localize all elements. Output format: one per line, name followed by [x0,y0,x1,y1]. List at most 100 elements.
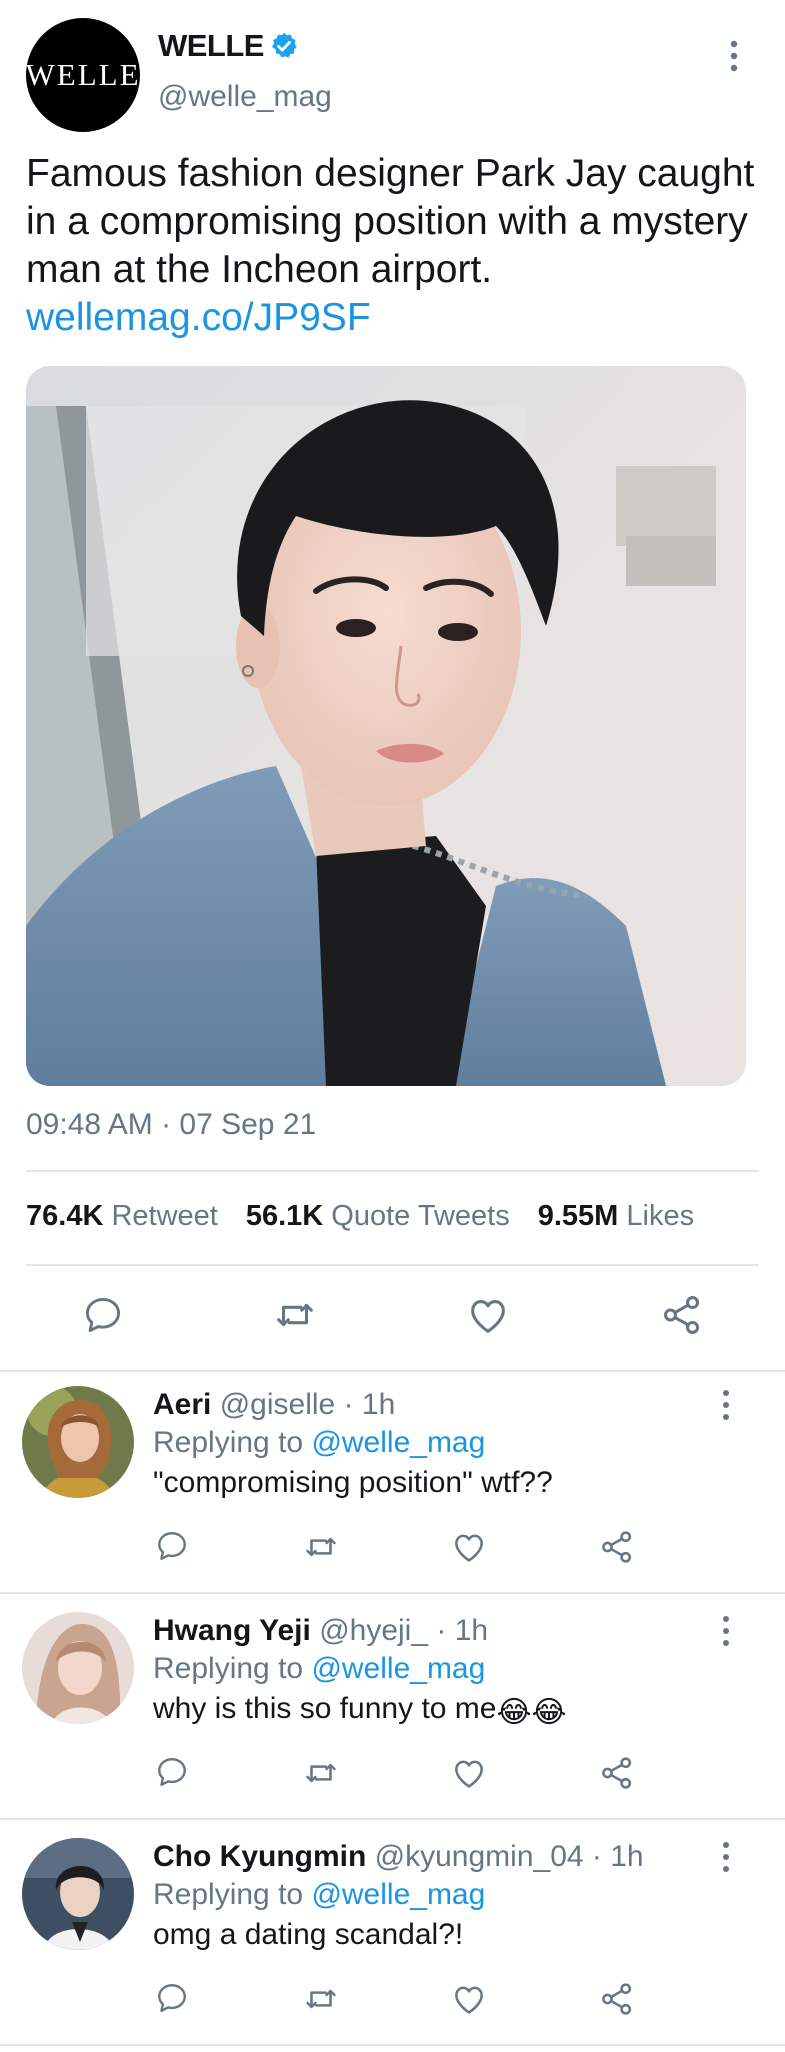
reply-time: · 1h [343,1388,396,1421]
replying-prefix: Replying to [153,1426,304,1459]
reply-icon [158,1532,186,1560]
replying-to: Replying to @welle_mag [153,1652,485,1686]
author-avatar[interactable]: WELLE [26,18,140,132]
avatar-image [22,1386,134,1498]
like-icon [455,1760,483,1788]
avatar[interactable] [22,1386,134,1498]
tweet-stats: 76.4K Retweet 56.1K Quote Tweets 9.55M L… [26,1200,694,1233]
reply-text: "compromising position" wtf?? [153,1466,553,1499]
avatar-logo-text: WELLE [25,57,141,92]
likes-label: Likes [626,1200,695,1232]
replying-prefix: Replying to [153,1878,304,1911]
retweet-count: 76.4K [26,1200,104,1232]
likes-stat[interactable]: 9.55M Likes [538,1200,694,1233]
quote-label: Quote Tweets [331,1200,510,1232]
share-button[interactable] [598,1528,636,1571]
reply-button[interactable] [154,1528,190,1569]
laughing-emoji: 😂😂 [496,1696,567,1729]
reply-time: · 1h [591,1840,644,1873]
share-button[interactable] [657,1290,707,1340]
author-display-name[interactable]: WELLE [158,28,265,64]
share-icon [602,1983,632,2015]
avatar-image [22,1838,134,1950]
like-button[interactable] [463,1290,513,1340]
like-icon [455,1986,483,2014]
reply-handle[interactable]: @hyeji_ [319,1614,428,1647]
reply-tweet[interactable]: Aeri @giselle · 1h Replying to @welle_ma… [0,1374,785,1600]
reply-text-body: why is this so funny to me [153,1692,497,1725]
reply-header: Cho Kyungmin @kyungmin_04 · 1h [153,1840,644,1874]
retweet-icon [277,1303,313,1327]
more-options-icon[interactable] [722,38,746,74]
reply-header: Aeri @giselle · 1h [153,1388,395,1422]
replying-to: Replying to @welle_mag [153,1878,485,1912]
divider [0,1592,785,1594]
retweet-label: Retweet [111,1200,218,1232]
reply-icon [158,1984,186,2012]
reply-display-name[interactable]: Cho Kyungmin [153,1840,366,1873]
reply-display-name[interactable]: Aeri [153,1388,211,1421]
replying-to: Replying to @welle_mag [153,1426,485,1460]
author-handle[interactable]: @welle_mag [158,80,332,114]
reply-text: omg a dating scandal?! [153,1918,464,1951]
reply-icon [85,1297,121,1333]
reply-tweet[interactable]: Cho Kyungmin @kyungmin_04 · 1h Replying … [0,1826,785,2052]
photo-illustration [26,366,746,1086]
like-icon [455,1534,483,1562]
share-icon [602,1531,632,1563]
reply-time: · 1h [436,1614,489,1647]
avatar-image [22,1612,134,1724]
tweet-body: Famous fashion designer Park Jay caught … [26,152,755,291]
retweet-button[interactable] [270,1290,320,1340]
divider [0,2044,785,2046]
reply-text: why is this so funny to me😂😂 [153,1692,567,1730]
tweet-photo[interactable] [26,366,746,1086]
quote-count: 56.1K [245,1200,324,1232]
share-button[interactable] [598,1754,636,1797]
reply-tweet[interactable]: Hwang Yeji @hyeji_ · 1h Replying to @wel… [0,1600,785,1826]
divider [0,1370,785,1372]
like-button[interactable] [450,1528,488,1571]
more-options-icon[interactable] [716,1388,736,1422]
likes-count: 9.55M [537,1200,619,1232]
retweet-icon [306,1763,336,1783]
more-options-icon[interactable] [716,1614,736,1648]
like-icon [471,1300,505,1333]
author-name-row: WELLE [158,28,299,64]
tweet-action-bar [0,1290,785,1350]
reply-button[interactable] [78,1290,128,1340]
divider [26,1170,759,1172]
more-options-icon[interactable] [716,1840,736,1874]
retweet-button[interactable] [302,1754,340,1797]
reply-header: Hwang Yeji @hyeji_ · 1h [153,1614,488,1648]
replying-handle-link[interactable]: @welle_mag [311,1426,485,1459]
like-button[interactable] [450,1980,488,2023]
retweet-button[interactable] [302,1980,340,2023]
avatar[interactable] [22,1838,134,1950]
share-button[interactable] [598,1980,636,2023]
tweet-link[interactable]: wellemag.co/JP9SF [26,294,766,342]
replying-handle-link[interactable]: @welle_mag [311,1878,485,1911]
reply-handle[interactable]: @giselle [220,1388,336,1421]
replying-handle-link[interactable]: @welle_mag [311,1652,485,1685]
like-button[interactable] [450,1754,488,1797]
retweet-icon [306,1989,336,2009]
retweet-stat[interactable]: 76.4K Retweet [26,1200,218,1233]
reply-button[interactable] [154,1980,190,2021]
divider [0,1818,785,1820]
quote-stat[interactable]: 56.1K Quote Tweets [246,1200,510,1233]
share-icon [602,1757,632,1789]
reply-handle[interactable]: @kyungmin_04 [375,1840,584,1873]
avatar[interactable] [22,1612,134,1724]
tweet-timestamp: 09:48 AM · 07 Sep 21 [26,1108,317,1141]
verified-badge-icon [272,32,297,58]
retweet-button[interactable] [302,1528,340,1571]
replying-prefix: Replying to [153,1652,304,1685]
share-icon [663,1296,700,1334]
main-tweet: WELLE WELLE @welle_mag Famous fashion de… [0,0,785,1372]
reply-display-name[interactable]: Hwang Yeji [153,1614,311,1647]
retweet-icon [306,1537,336,1557]
reply-icon [158,1758,186,1786]
tweet-text: Famous fashion designer Park Jay caught … [26,150,766,342]
reply-button[interactable] [154,1754,190,1795]
